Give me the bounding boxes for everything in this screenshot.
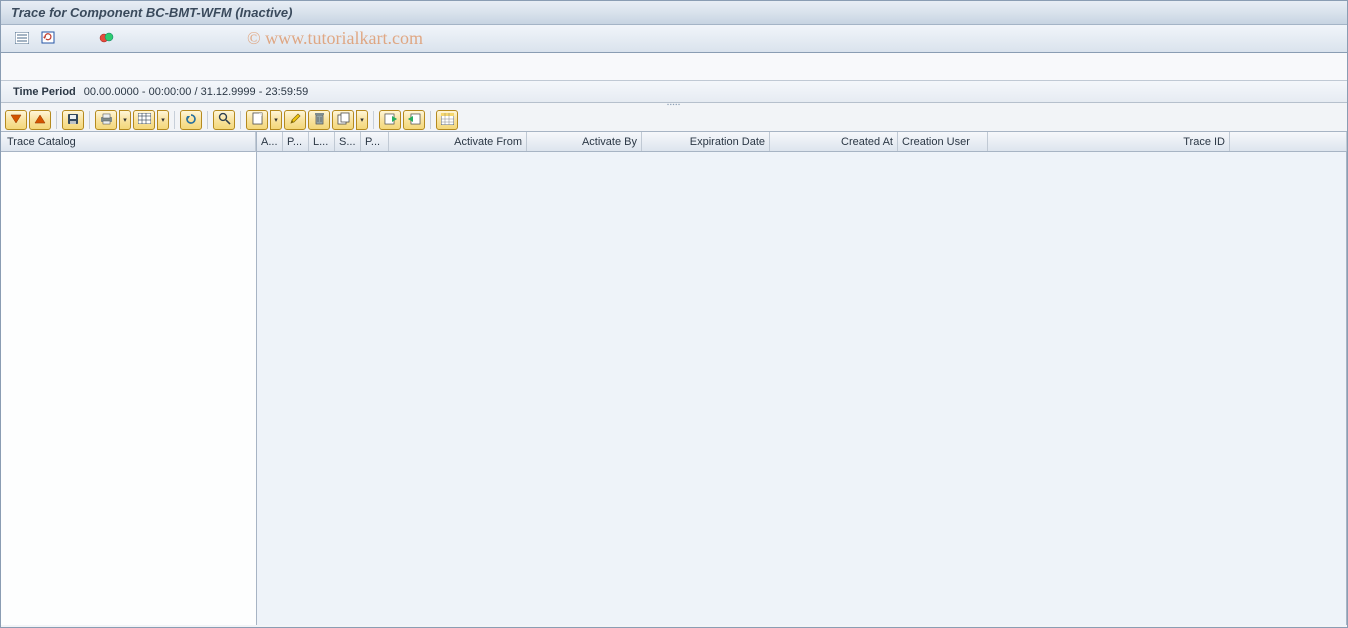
separator (89, 111, 90, 129)
column-creation-user[interactable]: Creation User (898, 132, 988, 151)
activate-icon (99, 31, 114, 46)
pencil-icon (289, 113, 301, 128)
expand-all-button[interactable] (5, 110, 27, 130)
spreadsheet-icon (441, 113, 454, 128)
change-button[interactable] (284, 110, 306, 130)
separator (240, 111, 241, 129)
layout-button[interactable] (133, 110, 155, 130)
list-view-button[interactable] (11, 29, 33, 49)
column-created-at[interactable]: Created At (770, 132, 898, 151)
column-l[interactable]: L... (309, 132, 335, 151)
delete-button[interactable] (308, 110, 330, 130)
time-period-value: 00.00.0000 - 00:00:00 / 31.12.9999 - 23:… (84, 86, 308, 98)
trash-icon (314, 112, 325, 128)
import-icon (384, 112, 397, 128)
main-grid: Trace Catalog A... P... L... S... P... A… (1, 131, 1347, 625)
list-pane: A... P... L... S... P... Activate From A… (257, 132, 1347, 625)
column-trace-catalog: Trace Catalog (7, 136, 76, 148)
create-icon (252, 112, 263, 128)
tree-header[interactable]: Trace Catalog (1, 132, 256, 152)
import-button[interactable] (379, 110, 401, 130)
copy-button[interactable] (332, 110, 354, 130)
column-p2[interactable]: P... (361, 132, 389, 151)
refresh-icon (41, 31, 55, 46)
create-dropdown[interactable]: ▾ (270, 110, 282, 130)
layout-dropdown[interactable]: ▾ (157, 110, 169, 130)
separator (373, 111, 374, 129)
list-body[interactable] (257, 152, 1347, 625)
list-icon (15, 32, 29, 46)
chevron-down-icon: ▾ (123, 116, 127, 124)
print-icon (100, 113, 113, 128)
chevron-down-icon: ▾ (274, 116, 278, 124)
refresh-icon (185, 113, 197, 128)
spreadsheet-button[interactable] (436, 110, 458, 130)
copy-icon (337, 112, 350, 128)
titlebar: Trace for Component BC-BMT-WFM (Inactive… (1, 1, 1347, 25)
copy-dropdown[interactable]: ▾ (356, 110, 368, 130)
chevron-down-icon: ▾ (161, 116, 165, 124)
separator (430, 111, 431, 129)
column-activate-from[interactable]: Activate From (389, 132, 527, 151)
save-icon (67, 113, 79, 128)
column-a[interactable]: A... (257, 132, 283, 151)
tree-body[interactable] (1, 152, 256, 625)
find-button[interactable] (213, 110, 235, 130)
window-title: Trace for Component BC-BMT-WFM (Inactive… (11, 5, 292, 20)
sap-window: Trace for Component BC-BMT-WFM (Inactive… (0, 0, 1348, 628)
refresh-alv-button[interactable] (180, 110, 202, 130)
tree-pane: Trace Catalog (1, 132, 257, 625)
time-period-label: Time Period (13, 86, 76, 98)
separator (56, 111, 57, 129)
refresh-button[interactable] (37, 29, 59, 49)
column-headers: A... P... L... S... P... Activate From A… (257, 132, 1347, 152)
print-dropdown[interactable]: ▾ (119, 110, 131, 130)
application-toolbar (1, 25, 1347, 53)
column-expiration-date[interactable]: Expiration Date (642, 132, 770, 151)
column-activate-by[interactable]: Activate By (527, 132, 642, 151)
activate-button[interactable] (95, 29, 117, 49)
print-button[interactable] (95, 110, 117, 130)
spacer-strip (1, 53, 1347, 81)
alv-toolbar: ▾ ▾ ▾ ▾ (1, 109, 1347, 131)
collapse-all-button[interactable] (29, 110, 51, 130)
save-layout-button[interactable] (62, 110, 84, 130)
column-p[interactable]: P... (283, 132, 309, 151)
column-filler (1230, 132, 1347, 151)
separator (174, 111, 175, 129)
chevron-down-icon: ▾ (360, 116, 364, 124)
find-icon (218, 112, 231, 128)
separator (67, 30, 69, 48)
create-button[interactable] (246, 110, 268, 130)
export-button[interactable] (403, 110, 425, 130)
grid-icon (138, 113, 151, 127)
time-period-bar: Time Period 00.00.0000 - 00:00:00 / 31.1… (1, 81, 1347, 103)
column-trace-id[interactable]: Trace ID (988, 132, 1230, 151)
separator (207, 111, 208, 129)
export-icon (408, 112, 421, 128)
collapse-icon (34, 114, 46, 127)
expand-icon (10, 114, 22, 127)
column-s[interactable]: S... (335, 132, 361, 151)
